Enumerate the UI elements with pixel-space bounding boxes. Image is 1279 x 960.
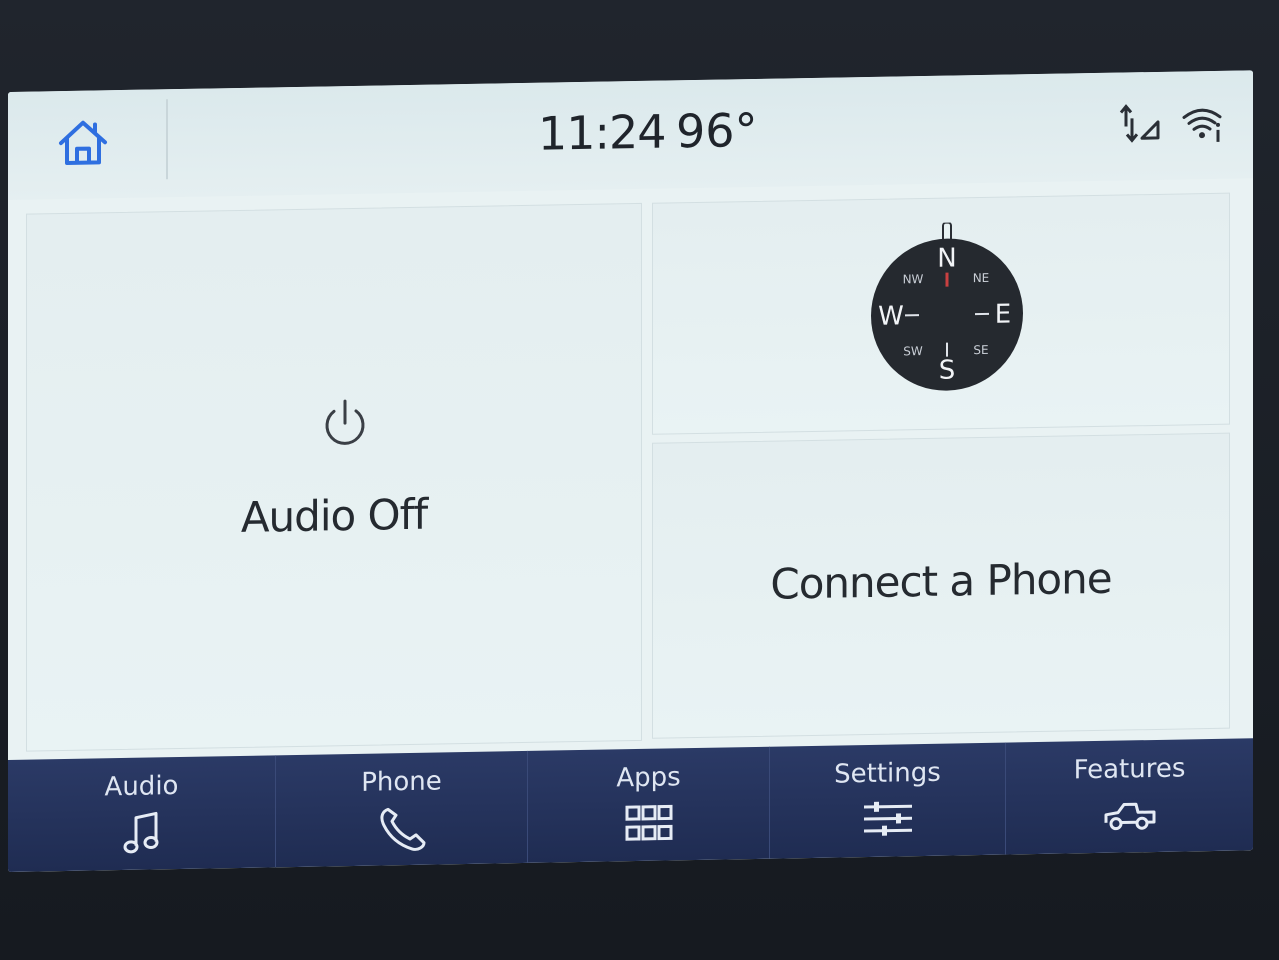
outside-temperature: 96°: [676, 102, 758, 159]
home-icon: [59, 120, 107, 165]
audio-off-label: Audio Off: [240, 489, 428, 542]
nav-features[interactable]: Features: [1006, 738, 1253, 854]
status-divider: [166, 99, 168, 180]
grid-icon: [625, 804, 672, 841]
nav-settings[interactable]: Settings: [770, 742, 1006, 859]
compass-icon: N S W E NE NW SE SW: [871, 221, 1023, 391]
nav-phone-label: Phone: [361, 766, 442, 798]
nav-apps[interactable]: Apps: [528, 746, 770, 863]
compass-n: N: [937, 243, 956, 273]
compass-se: SE: [973, 343, 988, 357]
sliders-icon: [863, 801, 912, 836]
music-note-icon: [123, 811, 158, 854]
clock: 11:24: [538, 104, 666, 161]
infotainment-screen: 11:24 96° Audio Off N S W E NE NW SE SW …: [8, 70, 1253, 873]
connect-phone-label: Connect a Phone: [770, 553, 1112, 609]
compass-w: W: [878, 301, 904, 331]
nav-phone[interactable]: Phone: [276, 750, 528, 868]
status-bar: 11:24 96°: [8, 70, 1253, 200]
signal-icon: [1119, 104, 1160, 143]
compass-ne: NE: [973, 271, 990, 285]
nav-audio[interactable]: Audio: [8, 755, 276, 872]
nav-features-label: Features: [1073, 753, 1186, 786]
nav-audio-label: Audio: [104, 771, 179, 803]
nav-settings-label: Settings: [834, 757, 941, 790]
nav-apps-label: Apps: [616, 762, 681, 794]
wifi-icon: [1182, 108, 1222, 142]
compass-nw: NW: [903, 272, 924, 286]
bottom-nav-bar: Audio Phone Apps Settings Features: [8, 738, 1253, 872]
phone-icon: [379, 807, 425, 851]
truck-icon: [1104, 802, 1155, 831]
power-icon: [325, 399, 365, 445]
compass-s: S: [939, 355, 956, 385]
audio-tile[interactable]: Audio Off: [26, 202, 642, 752]
compass-sw: SW: [903, 344, 923, 358]
compass-e: E: [995, 299, 1011, 329]
compass-tile[interactable]: N S W E NE NW SE SW: [652, 192, 1230, 435]
connect-phone-tile[interactable]: Connect a Phone: [652, 432, 1230, 739]
home-button[interactable]: [48, 112, 118, 173]
